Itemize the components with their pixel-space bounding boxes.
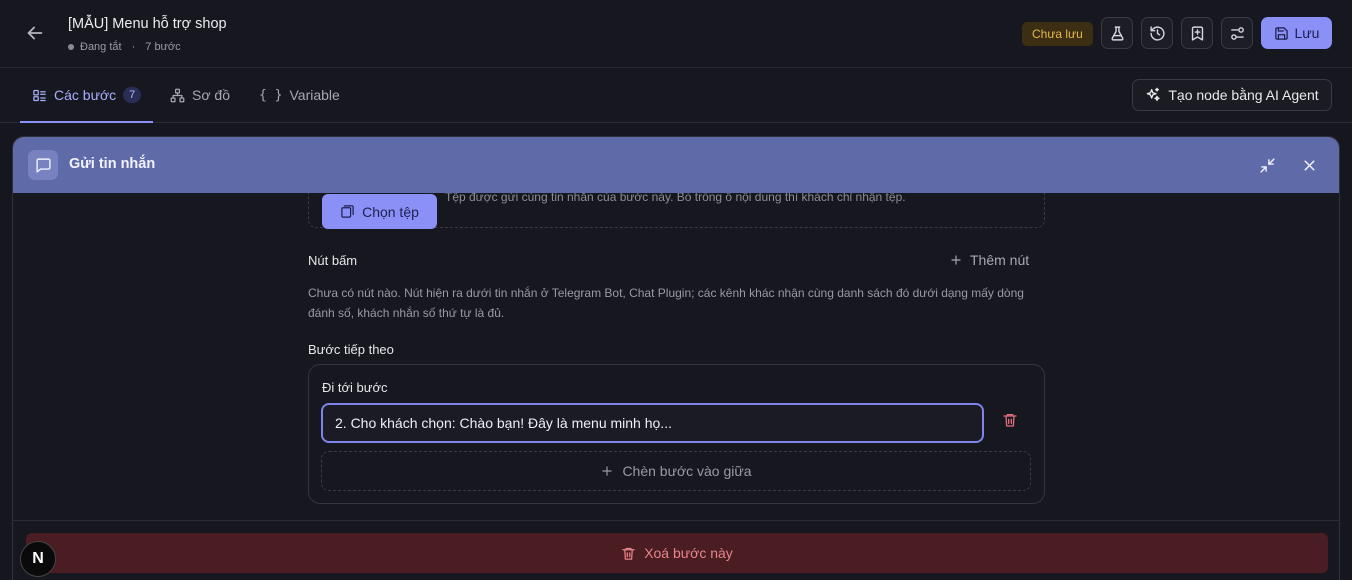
save-button[interactable]: Lưu — [1261, 17, 1332, 49]
plus-icon — [951, 255, 961, 265]
file-attachment-box: Chọn tệp Tệp được gửi cùng tin nhắn của … — [308, 193, 1045, 229]
list-icon — [33, 89, 46, 101]
next-step-select[interactable]: 2. Cho khách chọn: Chào bạn! Đây là menu… — [321, 403, 984, 443]
buttons-help-text: Chưa có nút nào. Nút hiện ra dưới tin nh… — [308, 286, 1024, 320]
meta-separator: · — [131, 41, 136, 53]
close-icon — [1303, 159, 1315, 171]
bookmark-button[interactable] — [1181, 17, 1213, 49]
insert-step-button[interactable]: Chèn bước vào giữa — [321, 451, 1031, 491]
minimize-button[interactable] — [1256, 154, 1278, 176]
modal-body: Chọn tệp Tệp được gửi cùng tin nhắn của … — [13, 193, 1339, 520]
goto-step-label: Đi tới bước — [322, 380, 388, 395]
sparkles-icon — [1147, 87, 1161, 101]
ai-agent-label: Tạo node bằng AI Agent — [1168, 87, 1319, 103]
next-step-box: Đi tới bước 2. Cho khách chọn: Chào bạn!… — [308, 364, 1045, 504]
sitemap-icon — [170, 88, 185, 102]
top-bar: [MẪU] Menu hỗ trợ shop Đang tắt · 7 bước… — [0, 0, 1352, 68]
buttons-section-label: Nút bấm — [308, 253, 358, 268]
test-button[interactable] — [1101, 17, 1133, 49]
unsaved-badge: Chưa lưu — [1022, 22, 1093, 46]
choose-file-button[interactable]: Chọn tệp — [322, 194, 437, 229]
trash-icon — [1003, 414, 1017, 427]
flow-title: [MẪU] Menu hỗ trợ shop — [68, 16, 227, 32]
message-icon — [28, 150, 58, 180]
flow-status: Đang tắt — [80, 41, 122, 53]
tab-variable-label: Variable — [289, 87, 340, 103]
send-message-modal: Gửi tin nhắn Chọn tệp Tệp được gửi cùng … — [12, 136, 1340, 580]
next-step-label: Bước tiếp theo — [308, 342, 394, 357]
back-arrow-icon[interactable] — [24, 22, 46, 44]
tab-steps-badge: 7 — [123, 87, 142, 103]
trash-icon — [622, 547, 635, 560]
delete-step-button[interactable]: Xoá bước này — [26, 533, 1328, 573]
braces-icon: { } — [259, 87, 283, 103]
insert-step-label: Chèn bước vào giữa — [622, 463, 752, 479]
remove-next-step-button[interactable] — [1002, 412, 1022, 432]
file-hint: Tệp được gửi cùng tin nhắn của bước này.… — [445, 193, 906, 204]
nextjs-logo-icon[interactable]: N — [20, 541, 56, 577]
minimize-icon — [1259, 157, 1275, 173]
choose-file-label: Chọn tệp — [362, 203, 419, 220]
modal-header: Gửi tin nhắn — [13, 137, 1339, 193]
close-button[interactable] — [1298, 154, 1320, 176]
tab-steps-label: Các bước — [54, 87, 117, 103]
ai-agent-button[interactable]: Tạo node bằng AI Agent — [1132, 79, 1332, 111]
add-button-label: Thêm nút — [970, 252, 1030, 268]
save-icon — [1274, 26, 1288, 40]
flow-steps-count: 7 bước — [145, 41, 181, 53]
save-label: Lưu — [1294, 25, 1320, 41]
tab-variable[interactable]: { } Variable — [259, 68, 340, 122]
tab-diagram-label: Sơ đồ — [192, 87, 230, 103]
modal-title: Gửi tin nhắn — [69, 156, 156, 172]
status-dot-icon — [68, 44, 74, 50]
file-upload-icon — [341, 205, 354, 218]
add-button[interactable]: Thêm nút — [949, 252, 1029, 268]
settings-button[interactable] — [1221, 17, 1253, 49]
bookmark-plus-icon — [1191, 25, 1203, 41]
tab-bar: Các bước 7 Sơ đồ { } Variable Tạo node b… — [0, 68, 1352, 123]
plus-icon — [602, 466, 613, 476]
tab-diagram[interactable]: Sơ đồ — [170, 68, 230, 122]
history-icon — [1149, 25, 1165, 41]
flow-meta: Đang tắt · 7 bước — [68, 41, 181, 53]
modal-footer: Xoá bước này — [13, 520, 1339, 580]
tab-steps[interactable]: Các bước 7 — [19, 68, 154, 123]
settings-sliders-icon — [1230, 26, 1244, 40]
flask-icon — [1110, 25, 1124, 41]
history-button[interactable] — [1141, 17, 1173, 49]
delete-step-label: Xoá bước này — [644, 545, 733, 561]
